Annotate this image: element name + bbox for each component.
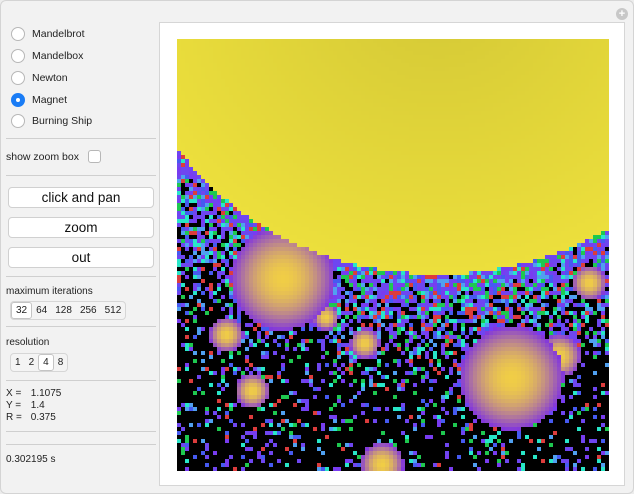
radio-label: Burning Ship xyxy=(32,115,93,127)
radio-label: Mandelbox xyxy=(32,50,84,62)
radio-label: Mandelbrot xyxy=(32,28,85,40)
resolution-option-2[interactable]: 2 xyxy=(25,354,39,371)
iterations-option-64[interactable]: 64 xyxy=(32,302,51,319)
fractal-image[interactable] xyxy=(177,39,609,471)
divider xyxy=(6,444,156,445)
control-panel: Mandelbrot Mandelbox Newton Magnet Burni… xyxy=(0,0,160,494)
resolution-option-8[interactable]: 8 xyxy=(54,354,68,371)
resolution-selector: 1 2 4 8 xyxy=(10,353,69,372)
zoom-box-label: show zoom box xyxy=(6,150,79,163)
max-iterations-selector: 32 64 128 256 512 xyxy=(10,301,127,320)
iterations-option-256[interactable]: 256 xyxy=(76,302,101,319)
max-iterations-label: maximum iterations xyxy=(6,286,93,297)
radio-button[interactable] xyxy=(11,49,25,63)
divider xyxy=(6,431,156,432)
x-value: 1.1075 xyxy=(30,388,62,399)
y-value: 1.4 xyxy=(30,400,45,411)
divider xyxy=(6,175,156,176)
r-label: R = xyxy=(6,412,22,423)
click-and-pan-button[interactable]: click and pan xyxy=(8,187,154,208)
divider xyxy=(6,276,156,277)
iterations-option-128[interactable]: 128 xyxy=(51,302,76,319)
render-time: 0.302195 s xyxy=(6,454,56,465)
radio-button[interactable] xyxy=(11,71,25,85)
radio-button[interactable] xyxy=(11,27,25,41)
divider xyxy=(6,138,156,139)
radio-newton[interactable]: Newton xyxy=(11,70,68,86)
radio-button[interactable] xyxy=(11,114,25,128)
iterations-option-32[interactable]: 32 xyxy=(11,302,33,319)
zoom-box-control: show zoom box xyxy=(6,150,101,163)
resolution-label: resolution xyxy=(6,337,50,348)
zoom-box-checkbox[interactable] xyxy=(87,150,101,163)
y-label: Y = xyxy=(6,400,22,411)
plus-icon[interactable]: + xyxy=(616,8,628,20)
fractal-view xyxy=(159,22,625,486)
r-value: 0.375 xyxy=(30,412,56,423)
radio-button-selected[interactable] xyxy=(11,93,25,107)
radio-mandelbrot[interactable]: Mandelbrot xyxy=(11,26,85,42)
resolution-option-1[interactable]: 1 xyxy=(11,354,25,371)
zoom-button[interactable]: zoom xyxy=(8,217,154,238)
divider xyxy=(6,380,156,381)
divider xyxy=(6,326,156,327)
radio-magnet[interactable]: Magnet xyxy=(11,92,67,108)
radio-label: Magnet xyxy=(32,94,68,106)
radio-burning-ship[interactable]: Burning Ship xyxy=(11,113,92,129)
radio-label: Newton xyxy=(32,72,68,84)
x-label: X = xyxy=(6,388,22,399)
coordinates-readout: X = 1.1075 Y = 1.4 R = 0.375 xyxy=(6,388,61,424)
iterations-option-512[interactable]: 512 xyxy=(101,302,126,319)
out-button[interactable]: out xyxy=(8,247,154,268)
resolution-option-4[interactable]: 4 xyxy=(38,354,54,371)
fractal-canvas-area[interactable] xyxy=(177,39,609,471)
radio-mandelbox[interactable]: Mandelbox xyxy=(11,48,83,64)
